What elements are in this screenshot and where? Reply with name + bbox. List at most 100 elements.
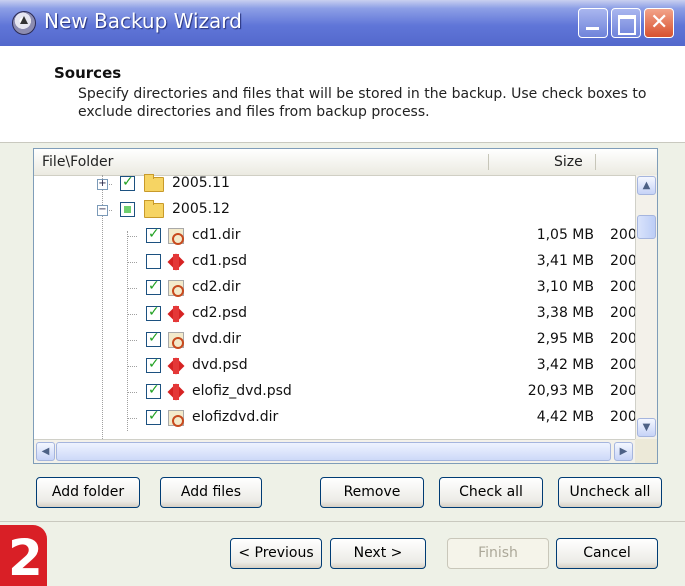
item-date: 200 [610,383,637,399]
tree-file-row[interactable]: elofizdvd.dir 4,42 MB 200 [34,406,637,432]
tree-connector [128,314,137,315]
dir-file-icon [168,410,184,427]
maximize-button[interactable] [611,8,641,38]
item-size: 3,42 MB [536,357,594,373]
scroll-down-button[interactable]: ▼ [637,418,656,437]
scroll-corner [635,439,657,463]
psd-file-icon [168,254,184,270]
tree-connector [128,366,137,367]
item-name: 2005.12 [172,201,230,217]
item-name: 2005.11 [172,175,230,191]
horizontal-scrollbar[interactable]: ◀ ▶ [34,439,635,463]
backup-wizard-window: New Backup Wizard ✕ Sources Specify dire… [0,0,685,586]
tree-file-row[interactable]: dvd.psd 3,42 MB 200 [34,354,637,380]
item-date: 200 [610,227,637,243]
item-size: 3,41 MB [536,253,594,269]
column-header-file-folder[interactable]: File\Folder [42,154,113,170]
step-number: 2 [8,529,43,586]
tree-file-row[interactable]: elofiz_dvd.psd 20,93 MB 200 [34,380,637,406]
section-title: Sources [54,64,122,82]
app-icon [12,11,36,35]
step-number-badge: 2 [0,525,47,586]
item-size: 4,42 MB [536,409,594,425]
scroll-left-button[interactable]: ◀ [36,442,55,461]
scroll-right-button[interactable]: ▶ [614,442,633,461]
file-tree-list[interactable]: File\Folder Size +2005.11 − 2005.12 cd1.dir… [33,148,658,464]
tree-file-row[interactable]: cd1.psd 3,41 MB 200 [34,250,637,276]
next-button[interactable]: Next > [330,538,426,569]
item-name: cd1.dir [192,227,241,243]
tree-connector [128,340,137,341]
cancel-button[interactable]: Cancel [556,538,658,569]
minimize-button[interactable] [578,8,608,38]
expand-icon[interactable]: + [97,179,108,190]
title-bar[interactable]: New Backup Wizard ✕ [0,0,685,46]
tree-connector [128,236,137,237]
include-checkbox[interactable] [146,330,161,347]
add-files-button[interactable]: Add files [160,477,262,508]
tree-connector [128,262,137,263]
scroll-up-button[interactable]: ▲ [637,176,656,195]
tree-file-row[interactable]: cd2.dir 3,10 MB 200 [34,276,637,302]
include-checkbox[interactable] [146,304,161,321]
dir-file-icon [168,228,184,245]
item-name: dvd.dir [192,331,242,347]
include-checkbox[interactable] [146,356,161,373]
item-size: 1,05 MB [536,227,594,243]
item-name: elofiz_dvd.psd [192,383,292,399]
tree-folder-row[interactable]: +2005.11 [34,172,634,198]
item-size: 2,95 MB [536,331,594,347]
item-name: elofizdvd.dir [192,409,279,425]
item-name: cd1.psd [192,253,248,269]
minimize-icon [586,27,599,30]
tree-file-row[interactable]: cd1.dir 1,05 MB 200 [34,224,637,250]
check-all-button[interactable]: Check all [439,477,543,508]
include-checkbox[interactable] [120,202,135,217]
uncheck-all-button[interactable]: Uncheck all [558,477,662,508]
previous-button[interactable]: < Previous [230,538,322,569]
tree-connector [128,288,137,289]
include-checkbox[interactable] [146,278,161,295]
finish-button[interactable]: Finish [447,538,549,569]
psd-file-icon [168,358,184,374]
close-icon: ✕ [650,10,669,35]
item-size: 20,93 MB [527,383,594,399]
psd-file-icon [168,384,184,400]
maximize-icon [618,15,636,35]
vertical-scrollbar[interactable]: ▲ ▼ [635,175,657,439]
tree-connector [128,392,137,393]
item-date: 200 [610,331,637,347]
include-checkbox[interactable] [146,226,161,243]
column-divider[interactable] [595,154,596,170]
dir-file-icon [168,280,184,297]
footer-separator [0,521,685,522]
item-date: 200 [610,305,637,321]
column-divider[interactable] [488,154,489,170]
window-title: New Backup Wizard [44,9,242,33]
collapse-icon[interactable]: − [97,205,108,216]
column-header-size[interactable]: Size [554,154,583,170]
include-checkbox[interactable] [120,174,135,191]
include-checkbox[interactable] [146,254,161,269]
remove-button[interactable]: Remove [320,477,424,508]
item-name: dvd.psd [192,357,248,373]
include-checkbox[interactable] [146,408,161,425]
include-checkbox[interactable] [146,382,161,399]
item-date: 200 [610,357,637,373]
folder-icon [144,174,164,192]
add-folder-button[interactable]: Add folder [36,477,140,508]
tree-folder-row[interactable]: − 2005.12 [34,198,634,224]
horizontal-scroll-thumb[interactable] [56,442,611,461]
item-size: 3,10 MB [536,279,594,295]
item-date: 200 [610,409,637,425]
item-name: cd2.psd [192,305,248,321]
wizard-header: Sources Specify directories and files th… [0,46,685,143]
dir-file-icon [168,332,184,349]
vertical-scroll-thumb[interactable] [637,215,656,239]
tree-connector [128,418,137,419]
close-button[interactable]: ✕ [644,8,674,38]
tree-file-row[interactable]: cd2.psd 3,38 MB 200 [34,302,637,328]
folder-icon [144,200,164,218]
tree-file-row[interactable]: dvd.dir 2,95 MB 200 [34,328,637,354]
item-size: 3,38 MB [536,305,594,321]
